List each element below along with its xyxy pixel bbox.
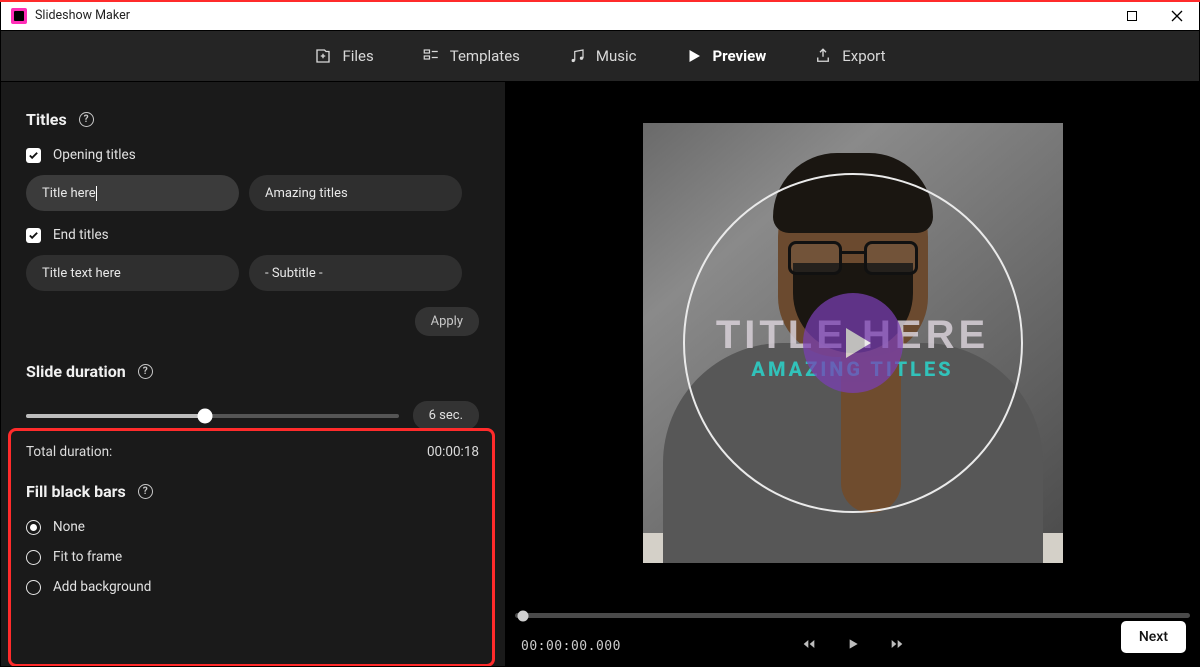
templates-icon [422, 47, 440, 65]
fill-heading-row: Fill black bars ? [26, 482, 479, 501]
opening-titles-row[interactable]: Opening titles [26, 147, 479, 163]
opening-titles-label: Opening titles [53, 147, 136, 163]
files-icon [314, 47, 332, 65]
nav-files-label: Files [342, 47, 373, 65]
close-button[interactable] [1154, 1, 1199, 30]
preview-icon [685, 47, 703, 65]
opening-titles-checkbox[interactable] [26, 148, 41, 163]
duration-slider[interactable] [26, 414, 399, 418]
slide-duration-heading: Slide duration [26, 362, 126, 381]
fill-fit-row[interactable]: Fit to frame [26, 549, 479, 565]
play-pause-button[interactable] [845, 636, 861, 656]
maximize-button[interactable] [1109, 1, 1154, 30]
slider-thumb[interactable] [197, 408, 212, 423]
total-duration-value: 00:00:18 [427, 444, 479, 460]
title-input[interactable]: Title here [26, 175, 239, 211]
app-title: Slideshow Maker [35, 8, 130, 23]
nav-templates[interactable]: Templates [422, 47, 520, 65]
help-icon[interactable]: ? [138, 484, 153, 499]
timeline-thumb[interactable] [518, 610, 529, 621]
forward-button[interactable] [889, 636, 905, 656]
preview-panel: TITLE HERE AMAZING TITLES 00:00:00.000 [505, 82, 1200, 667]
window-controls [1109, 1, 1199, 30]
end-titles-checkbox[interactable] [26, 228, 41, 243]
duration-value: 6 sec. [413, 401, 479, 430]
help-icon[interactable]: ? [138, 364, 153, 379]
radio-addbg[interactable] [26, 580, 41, 595]
end-subtitle-input[interactable]: - Subtitle - [249, 255, 462, 291]
nav-preview[interactable]: Preview [685, 47, 767, 65]
titles-heading: Titles [26, 110, 67, 129]
settings-panel: Titles ? Opening titles Title here Amazi… [0, 82, 505, 667]
nav-templates-label: Templates [450, 47, 520, 65]
fill-fit-label: Fit to frame [53, 549, 122, 565]
music-icon [568, 47, 586, 65]
fill-heading: Fill black bars [26, 482, 126, 501]
apply-button[interactable]: Apply [415, 307, 479, 336]
total-duration-label: Total duration: [26, 444, 112, 460]
playback-controls: 00:00:00.000 [505, 625, 1200, 667]
preview-image: TITLE HERE AMAZING TITLES [643, 123, 1063, 563]
end-titles-row[interactable]: End titles [26, 227, 479, 243]
radio-fit[interactable] [26, 550, 41, 565]
titlebar: Slideshow Maker [0, 0, 1200, 30]
timecode: 00:00:00.000 [521, 639, 621, 654]
nav-files[interactable]: Files [314, 47, 373, 65]
fill-addbg-label: Add background [53, 579, 151, 595]
timeline[interactable] [505, 603, 1200, 625]
nav-music-label: Music [596, 47, 637, 65]
next-button[interactable]: Next [1121, 621, 1186, 653]
export-icon [814, 47, 832, 65]
rewind-button[interactable] [801, 636, 817, 656]
fill-none-label: None [53, 519, 85, 535]
nav-preview-label: Preview [713, 47, 767, 65]
titles-heading-row: Titles ? [26, 110, 479, 129]
nav-export[interactable]: Export [814, 47, 885, 65]
slide-duration-heading-row: Slide duration ? [26, 362, 479, 381]
end-titles-label: End titles [53, 227, 109, 243]
top-nav: Files Templates Music Preview Export [0, 30, 1200, 82]
app-icon [11, 8, 27, 24]
fill-none-row[interactable]: None [26, 519, 479, 535]
end-title-input[interactable]: Title text here [26, 255, 239, 291]
preview-stage: TITLE HERE AMAZING TITLES [505, 82, 1200, 603]
radio-none[interactable] [26, 520, 41, 535]
play-button[interactable] [803, 293, 903, 393]
subtitle-input[interactable]: Amazing titles [249, 175, 462, 211]
help-icon[interactable]: ? [79, 112, 94, 127]
nav-export-label: Export [842, 47, 885, 65]
nav-music[interactable]: Music [568, 47, 637, 65]
fill-addbg-row[interactable]: Add background [26, 579, 479, 595]
